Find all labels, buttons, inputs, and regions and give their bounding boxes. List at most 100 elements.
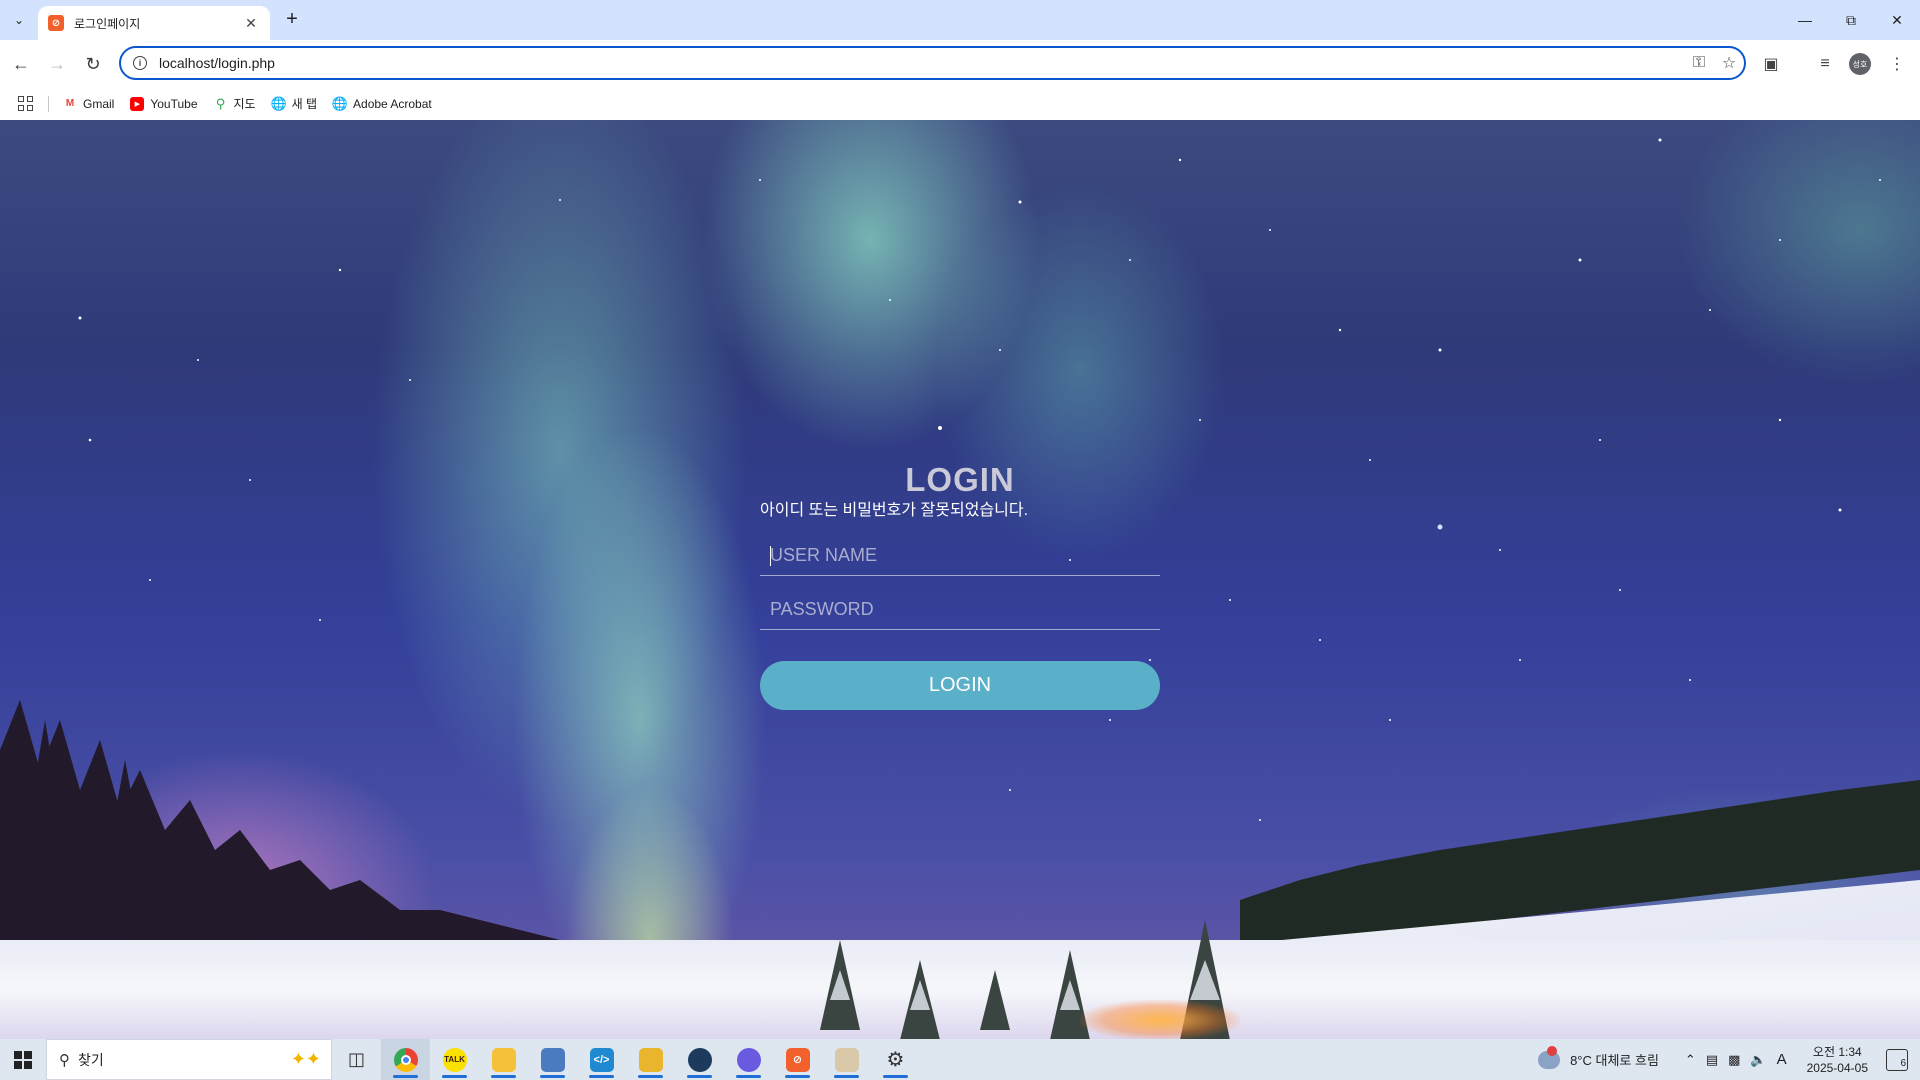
reload-button[interactable]: ↻ — [78, 49, 108, 79]
minimize-button[interactable]: — — [1782, 0, 1828, 40]
folder-app-icon — [638, 1047, 663, 1072]
forward-button[interactable]: → — [42, 49, 72, 79]
xampp-icon: ⊘ — [785, 1047, 810, 1072]
taskbar-paint[interactable] — [822, 1039, 871, 1080]
task-view-button[interactable]: ◫ — [332, 1039, 381, 1080]
bookmark-maps[interactable]: ⚲ 지도 — [214, 95, 256, 112]
network-icon[interactable]: ▩ — [1728, 1052, 1740, 1068]
back-arrow-icon: ← — [12, 53, 30, 74]
bookmark-adobe-acrobat[interactable]: 🌐 Adobe Acrobat — [331, 95, 432, 111]
close-window-button[interactable]: ✕ — [1874, 0, 1920, 40]
profile-avatar[interactable]: 성호 — [1849, 53, 1871, 75]
taskbar-app[interactable] — [528, 1039, 577, 1080]
ime-indicator[interactable]: A — [1777, 1051, 1787, 1068]
address-bar[interactable]: i localhost/login.php ⚿ ☆ — [119, 46, 1746, 80]
taskbar-xampp[interactable]: ⊘ — [773, 1039, 822, 1080]
bookmark-label: YouTube — [150, 96, 198, 111]
login-page: LOGIN 아이디 또는 비밀번호가 잘못되었습니다. LOGIN — [0, 120, 1920, 1039]
clock-date: 2025-04-05 — [1806, 1060, 1868, 1075]
site-info-icon[interactable]: i — [133, 56, 147, 70]
taskbar-chrome[interactable] — [381, 1039, 430, 1080]
url-text[interactable]: localhost/login.php — [159, 55, 1684, 71]
camera-icon[interactable]: ▤ — [1706, 1052, 1718, 1068]
bookmark-gmail[interactable]: M Gmail — [63, 96, 115, 111]
clock[interactable]: 오전 1:34 2025-04-05 — [1807, 1044, 1868, 1076]
active-indicator — [883, 1075, 908, 1078]
settings-icon: ⚙ — [886, 1049, 905, 1071]
sparkle-icon: ✦✦ — [290, 1049, 321, 1069]
password-key-icon[interactable]: ⚿ — [1684, 48, 1714, 78]
start-button[interactable] — [0, 1039, 46, 1080]
maps-icon: ⚲ — [215, 95, 226, 111]
windows-logo-icon — [14, 1050, 32, 1069]
taskbar-app[interactable] — [724, 1039, 773, 1080]
notification-icon[interactable]: 6 — [1886, 1048, 1908, 1071]
search-icon: ⚲ — [59, 1051, 70, 1069]
username-input[interactable] — [760, 522, 1160, 575]
active-indicator — [687, 1075, 712, 1078]
system-tray: 8°C 대체로 흐림 ⌃ ▤ ▩ 🔈 A 오전 1:34 2025-04-05 … — [1538, 1039, 1920, 1080]
volume-icon[interactable]: 🔈 — [1750, 1052, 1766, 1068]
gmail-icon: M — [65, 98, 75, 109]
taskbar-settings[interactable]: ⚙ — [871, 1039, 920, 1080]
vscode-icon: </> — [589, 1047, 614, 1072]
bookmark-label: 지도 — [233, 97, 256, 111]
forward-arrow-icon: → — [48, 53, 66, 74]
file-explorer-icon — [491, 1047, 516, 1072]
login-error-message: 아이디 또는 비밀번호가 잘못되었습니다. — [760, 502, 1029, 519]
clock-time: 오전 1:34 — [1812, 1044, 1862, 1059]
globe-icon: 🌐 — [331, 95, 349, 111]
active-indicator — [491, 1075, 516, 1078]
active-indicator — [540, 1075, 565, 1078]
tab-search-button[interactable]: ⌄ — [6, 8, 32, 32]
active-indicator — [736, 1075, 761, 1078]
login-button[interactable]: LOGIN — [760, 661, 1160, 710]
login-form: LOGIN 아이디 또는 비밀번호가 잘못되었습니다. LOGIN — [760, 460, 1160, 710]
weather-widget[interactable]: 8°C 대체로 흐림 — [1538, 1045, 1659, 1069]
apps-grid-icon[interactable] — [16, 95, 34, 113]
menu-icon[interactable]: ⋮ — [1882, 49, 1912, 79]
taskbar-kakaotalk[interactable]: TALK — [430, 1039, 479, 1080]
taskbar-app[interactable] — [675, 1039, 724, 1080]
bookmarks-bar: M Gmail ▶ YouTube ⚲ 지도 🌐 새 탭 🌐 Adobe Acr… — [0, 87, 1920, 120]
app-icon — [736, 1047, 761, 1072]
active-indicator — [442, 1075, 467, 1078]
username-field[interactable] — [760, 522, 1160, 576]
browser-tab[interactable]: ⊘ 로그인페이지 ✕ — [38, 6, 270, 40]
bookmark-star-icon[interactable]: ☆ — [1714, 48, 1744, 78]
bookmark-youtube[interactable]: ▶ YouTube — [130, 96, 198, 111]
bookmark-new-tab[interactable]: 🌐 새 탭 — [270, 95, 318, 112]
windows-taskbar: ⚲ 찾기 ✦✦ ◫ TALK </> ⊘ ⚙ 8°C 대체로 흐림 ⌃ ▤ ▩ … — [0, 1039, 1920, 1080]
campfire-glow — [1080, 1000, 1240, 1039]
login-title: LOGIN — [905, 461, 1015, 498]
chrome-icon — [393, 1047, 418, 1072]
paint-icon — [834, 1047, 859, 1072]
app-icon — [687, 1047, 712, 1072]
restore-button[interactable]: ⧉ — [1828, 0, 1874, 40]
new-tab-button[interactable]: + — [280, 8, 304, 32]
password-field[interactable] — [760, 576, 1160, 630]
tab-title: 로그인페이지 — [74, 16, 141, 31]
bookmark-label: Gmail — [83, 96, 115, 111]
back-button[interactable]: ← — [6, 49, 36, 79]
close-icon[interactable]: ✕ — [242, 15, 260, 32]
media-control-icon[interactable]: ≡ — [1810, 49, 1840, 79]
cloud-icon — [1538, 1045, 1561, 1069]
extensions-icon[interactable]: ▣ — [1756, 49, 1786, 79]
taskbar-search[interactable]: ⚲ 찾기 ✦✦ — [46, 1039, 332, 1080]
password-input[interactable] — [760, 576, 1160, 629]
globe-icon: 🌐 — [270, 95, 287, 111]
active-indicator — [834, 1075, 859, 1078]
reload-icon: ↻ — [85, 53, 101, 74]
bookmark-label: Adobe Acrobat — [353, 96, 432, 111]
kakaotalk-icon: TALK — [442, 1047, 467, 1072]
youtube-icon: ▶ — [130, 96, 145, 111]
chevron-up-icon[interactable]: ⌃ — [1685, 1052, 1696, 1068]
taskbar-vscode[interactable]: </> — [577, 1039, 626, 1080]
tab-strip: ⌄ ⊘ 로그인페이지 ✕ + — ⧉ ✕ — [0, 0, 1920, 40]
taskbar-folder-app[interactable] — [626, 1039, 675, 1080]
text-caret — [770, 546, 771, 566]
task-view-icon: ◫ — [347, 1049, 365, 1069]
active-indicator — [393, 1075, 418, 1078]
taskbar-file-explorer[interactable] — [479, 1039, 528, 1080]
